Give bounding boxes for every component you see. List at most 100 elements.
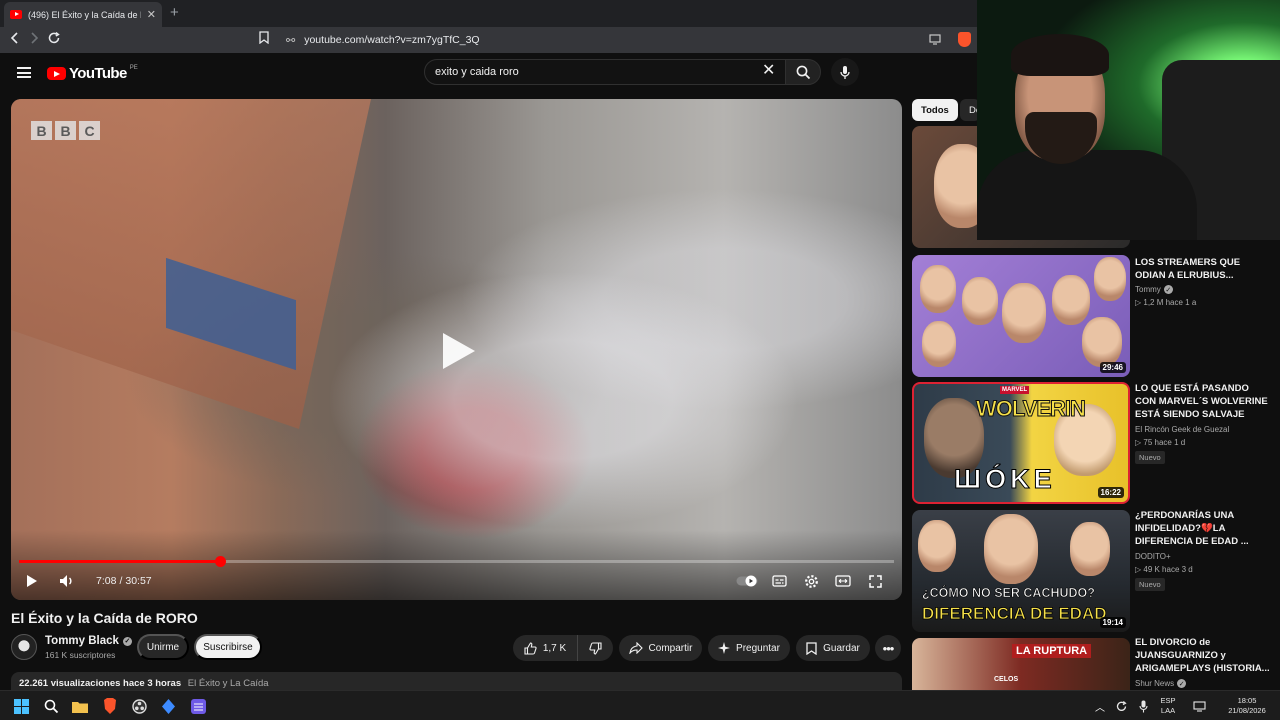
network-icon[interactable] <box>1191 698 1207 714</box>
chip-all[interactable]: Todos <box>912 99 958 121</box>
controls-gradient <box>11 530 902 600</box>
volume-button[interactable] <box>58 571 76 591</box>
gear-icon <box>804 574 818 588</box>
brave-shield-icon[interactable] <box>958 32 971 47</box>
volume-icon <box>60 575 72 587</box>
recommended-channel[interactable]: El Rincón Geek de Guezal <box>1135 425 1229 434</box>
windows-start-icon[interactable] <box>13 698 29 714</box>
channel-avatar[interactable] <box>11 634 37 660</box>
keyboard-layout: LAA <box>1160 706 1176 715</box>
recommended-title[interactable]: ¿PERDONARÍAS UNA INFIDELIDAD?💔LA DIFEREN… <box>1135 509 1270 548</box>
search-button[interactable] <box>785 59 821 85</box>
tray-refresh-icon[interactable] <box>1113 698 1129 714</box>
brave-browser-icon[interactable] <box>102 698 118 714</box>
app-diamond-icon[interactable] <box>160 698 176 714</box>
youtube-play-logo-icon <box>47 67 66 80</box>
recommended-title[interactable]: LOS STREAMERS QUE ODIAN A ELRUBIUS... <box>1135 256 1270 282</box>
video-frame-building <box>11 99 371 429</box>
system-clock[interactable]: 18:05 21/08/2026 <box>1222 696 1272 716</box>
more-actions-button[interactable]: ••• <box>875 635 901 661</box>
theater-mode-button[interactable] <box>835 571 851 591</box>
fullscreen-button[interactable] <box>867 571 883 591</box>
recommended-channel-name[interactable]: Tommy <box>1135 285 1161 294</box>
recommended-channel-name[interactable]: El Rincón Geek de Guezal <box>1135 425 1229 434</box>
voice-search-button[interactable] <box>831 58 859 86</box>
menu-icon[interactable] <box>17 67 31 78</box>
bbc-letter: B <box>31 121 52 140</box>
address-bar[interactable]: ⚯ youtube.com/watch?v=zm7ygTfC_3Q <box>280 30 920 50</box>
new-tab-button[interactable]: + <box>170 4 179 21</box>
tab-close-button[interactable]: ✕ <box>147 8 156 21</box>
description-box[interactable]: 22.261 visualizaciones hace 3 horas El É… <box>11 672 902 692</box>
settings-button[interactable] <box>803 571 819 591</box>
thumb-text-question: ¿CÓMO NO SER CACHUDO? <box>922 586 1096 601</box>
subscribe-button[interactable]: Suscribirse <box>194 634 262 660</box>
tray-chevron-up-icon[interactable]: ︿ <box>1092 698 1108 714</box>
video-title: El Éxito y la Caída de RORO <box>11 610 198 626</box>
recommended-channel[interactable]: DODITO+ <box>1135 552 1171 561</box>
recommended-thumbnail[interactable]: MARVEL WOLVERIN ШÓKE 16:22 <box>912 382 1130 504</box>
like-button[interactable]: 1,7 K <box>513 635 577 661</box>
time-display: 7:08/30:57 <box>96 575 152 587</box>
input-language[interactable]: ESP LAA <box>1156 696 1180 716</box>
save-label: Guardar <box>823 642 860 654</box>
forward-arrow-icon[interactable] <box>28 31 40 48</box>
dislike-button[interactable] <box>577 635 613 661</box>
autoplay-toggle[interactable] <box>736 571 758 591</box>
obs-icon[interactable] <box>131 698 147 714</box>
browser-toolbar: ⚯ youtube.com/watch?v=zm7ygTfC_3Q <box>0 27 977 53</box>
taskbar-search-icon[interactable] <box>43 698 59 714</box>
cast-screen-icon[interactable] <box>929 33 941 48</box>
thumb-text-jealousy: CELOS <box>994 676 1019 683</box>
search-field[interactable] <box>424 59 786 85</box>
file-explorer-icon[interactable] <box>72 698 88 714</box>
site-info-icon[interactable]: ⚯ <box>286 34 295 47</box>
bookmark-icon[interactable] <box>259 31 269 47</box>
recommended-channel-name[interactable]: DODITO+ <box>1135 552 1171 561</box>
bbc-watermark: B B C <box>31 121 100 140</box>
address-url[interactable]: youtube.com/watch?v=zm7ygTfC_3Q <box>304 34 479 46</box>
subtitles-button[interactable] <box>771 571 787 591</box>
channel-name-text[interactable]: Tommy Black <box>45 635 119 647</box>
recommended-thumbnail[interactable]: LA RUPTURA CELOS <box>912 638 1130 690</box>
share-button[interactable]: Compartir <box>619 635 702 661</box>
back-arrow-icon[interactable] <box>9 31 21 48</box>
thumbs-up-icon <box>524 641 537 655</box>
video-player[interactable]: B B C 7:08/30:57 <box>11 99 902 600</box>
search-clear-icon[interactable]: ✕ <box>762 60 775 80</box>
youtube-wordmark: YouTube <box>69 65 127 82</box>
recommended-channel[interactable]: Shur News ✓ <box>1135 679 1187 688</box>
app-grid-icon[interactable] <box>190 698 206 714</box>
recommended-title[interactable]: EL DIVORCIO de JUANSGUARNIZO y ARIGAMEPL… <box>1135 636 1270 675</box>
recommended-thumbnail[interactable]: 29:46 <box>912 255 1130 377</box>
reload-icon[interactable] <box>47 31 61 48</box>
microphone-icon <box>840 65 850 79</box>
recommended-channel[interactable]: Tommy ✓ <box>1135 285 1173 294</box>
more-horizontal-icon: ••• <box>882 640 895 656</box>
search-input[interactable] <box>435 66 755 78</box>
youtube-logo[interactable]: YouTube PE <box>47 65 138 82</box>
progress-bar[interactable] <box>19 556 894 567</box>
browser-tab[interactable]: (496) El Éxito y la Caída de RORO ✕ <box>4 2 162 27</box>
video-duration: 29:46 <box>1099 362 1126 373</box>
play-button[interactable] <box>24 571 40 591</box>
webcam-person-hair <box>1011 34 1109 76</box>
save-button[interactable]: Guardar <box>796 635 870 661</box>
time-separator: / <box>119 575 123 587</box>
recommended-channel-name[interactable]: Shur News <box>1135 679 1174 688</box>
new-badge: Nuevo <box>1135 451 1165 464</box>
ask-button[interactable]: Preguntar <box>708 635 790 661</box>
browser-tab-strip: (496) El Éxito y la Caída de RORO ✕ + <box>0 0 977 27</box>
subscriber-count: 161 K suscriptores <box>45 650 116 660</box>
big-play-icon[interactable] <box>443 333 475 369</box>
recommended-title[interactable]: LO QUE ESTÁ PASANDO CON MARVEL´S WOLVERI… <box>1135 382 1270 421</box>
channel-name[interactable]: Tommy Black ✓ <box>45 635 132 647</box>
youtube-favicon-icon <box>10 10 22 19</box>
autoplay-toggle-icon <box>736 575 758 587</box>
theater-mode-icon <box>835 575 851 587</box>
tray-microphone-icon[interactable] <box>1135 698 1151 714</box>
sparkle-icon <box>718 642 731 654</box>
views-and-date: 22.261 visualizaciones hace 3 horas <box>19 678 182 689</box>
recommended-thumbnail[interactable]: ¿CÓMO NO SER CACHUDO? DIFERENCIA DE EDAD… <box>912 510 1130 632</box>
join-button[interactable]: Unirme <box>137 634 189 660</box>
